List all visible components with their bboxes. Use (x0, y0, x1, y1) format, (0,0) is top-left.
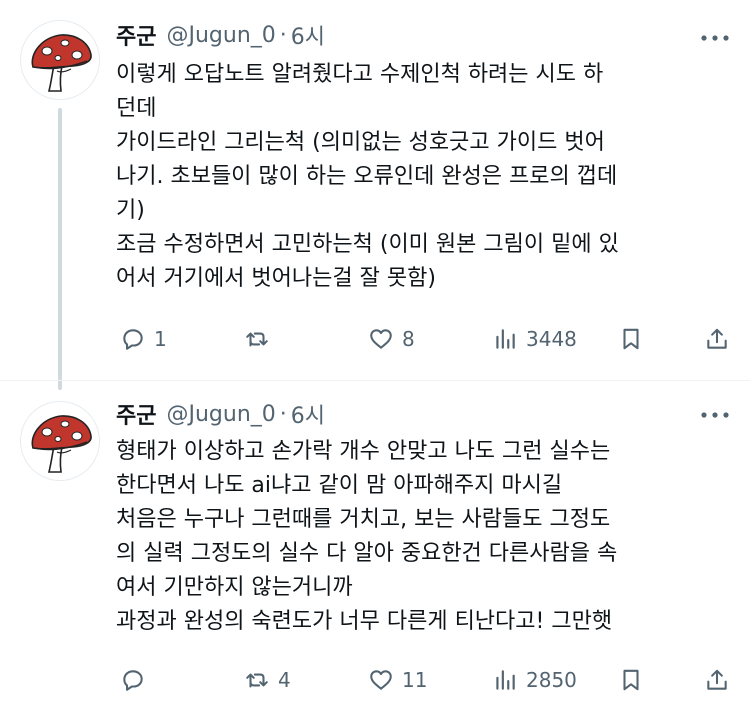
tweet-text-line: 던데 (116, 96, 157, 121)
thread-line (58, 108, 62, 390)
retweet-icon (246, 332, 268, 347)
more-icon (701, 35, 729, 41)
tweet-text-line: 여서 기만하지 않는거니까 (116, 575, 353, 600)
mushroom-avatar-icon (31, 415, 92, 473)
tweet-text-line: 이렇게 오답노트 알려줬다고 수제인척 하려는 시도 하 (116, 62, 604, 87)
more-icon (701, 412, 729, 418)
views-button[interactable]: 3448 (492, 322, 577, 356)
tweet-text: 형태가 이상하고 손가락 개수 안맞고 나도 그런 실수는 한다면서 나도 ai… (116, 435, 726, 639)
bookmark-button[interactable] (618, 322, 644, 356)
retweet-icon (246, 673, 268, 688)
author-handle[interactable]: @Jugun_0 (166, 23, 275, 48)
reply-icon (123, 670, 143, 691)
tweet-text-line: 조금 수정하면서 고민하는척 (이미 원본 그림이 밑에 있 (116, 232, 619, 257)
like-button[interactable]: 11 (368, 663, 427, 697)
avatar[interactable] (20, 401, 100, 481)
retweet-button[interactable]: 4 (244, 663, 291, 697)
tweet-text-line: 처음은 누구나 그런때를 거치고, 보는 사람들도 그정도 (116, 507, 611, 532)
like-count: 8 (402, 327, 415, 351)
heart-icon (370, 670, 392, 690)
views-icon (496, 670, 515, 690)
share-icon (707, 669, 727, 690)
tweet-text-line: 가이드라인 그리는척 (의미없는 성호긋고 가이드 벗어 (116, 130, 605, 155)
separator-dot: · (279, 22, 287, 48)
views-icon (496, 329, 515, 349)
retweet-button[interactable] (244, 322, 278, 356)
tweet-text: 이렇게 오답노트 알려줬다고 수제인척 하려는 시도 하 던데 가이드라인 그리… (116, 58, 726, 296)
views-count: 2850 (526, 668, 577, 692)
views-count: 3448 (526, 327, 577, 351)
more-button[interactable] (698, 26, 732, 50)
author-name[interactable]: 주군 (116, 398, 156, 430)
mushroom-avatar-icon (31, 34, 92, 92)
tweet-time[interactable]: 6시 (291, 19, 325, 51)
like-count: 11 (402, 668, 428, 692)
views-button[interactable]: 2850 (492, 663, 577, 697)
tweet-text-line: 기) (116, 198, 145, 223)
separator-dot: · (279, 401, 287, 427)
bookmark-icon (623, 328, 639, 350)
tweet-time[interactable]: 6시 (291, 398, 325, 430)
more-button[interactable] (698, 403, 732, 427)
tweet-text-line: 과정과 완성의 숙련도가 너무 다른게 티난다고! 그만햇 (116, 609, 613, 634)
share-button[interactable] (704, 663, 730, 697)
bookmark-icon (623, 669, 639, 691)
retweet-count: 4 (278, 668, 291, 692)
tweet-actions: 1 8 3448 (116, 322, 732, 356)
author-name[interactable]: 주군 (116, 19, 156, 51)
tweet-text-line: 형태가 이상하고 손가락 개수 안맞고 나도 그런 실수는 (116, 439, 611, 464)
bookmark-button[interactable] (618, 663, 644, 697)
heart-icon (370, 329, 392, 349)
avatar[interactable] (20, 20, 100, 100)
share-button[interactable] (704, 322, 730, 356)
tweet-header: 주군 @Jugun_0 · 6시 (116, 18, 325, 52)
author-handle[interactable]: @Jugun_0 (166, 402, 275, 427)
tweet-text-line: 의 실력 그정도의 실수 다 알아 중요한건 다른사람을 속 (116, 541, 618, 566)
tweet-text-line: 어서 거기에서 벗어나는걸 잘 못함) (116, 266, 436, 291)
tweet-text-line: 나기. 초보들이 많이 하는 오류인데 완성은 프로의 껍데 (116, 164, 618, 189)
reply-count: 1 (154, 327, 167, 351)
tweet[interactable]: 주군 @Jugun_0 · 6시 형태가 이상하고 손가락 개수 안맞고 나도 … (0, 380, 750, 724)
tweet-actions: 4 11 2850 (116, 663, 732, 697)
like-button[interactable]: 8 (368, 322, 415, 356)
reply-button[interactable]: 1 (120, 322, 167, 356)
tweet-header: 주군 @Jugun_0 · 6시 (116, 397, 325, 431)
reply-icon (123, 329, 143, 350)
reply-button[interactable] (120, 663, 154, 697)
share-icon (707, 328, 727, 349)
tweet[interactable]: 주군 @Jugun_0 · 6시 이렇게 오답노트 알려줬다고 수제인척 하려는… (0, 0, 750, 390)
tweet-text-line: 한다면서 나도 ai냐고 같이 맘 아파해주지 마시길 (116, 473, 563, 498)
